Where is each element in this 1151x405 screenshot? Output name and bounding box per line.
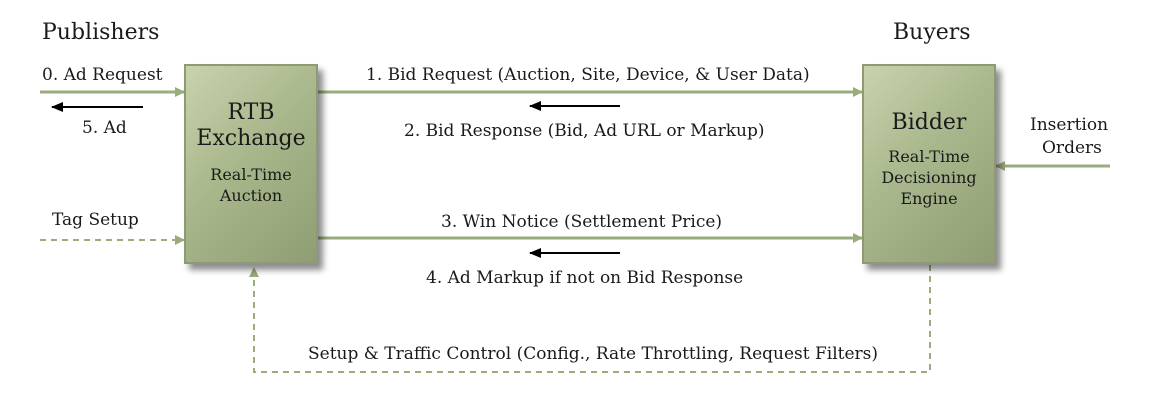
bid-response-label: 2. Bid Response (Bid, Ad URL or Markup) — [404, 121, 765, 141]
rtb-exchange-box: RTB Exchange Real-Time Auction — [184, 64, 318, 264]
rtb-diagram: Publishers Buyers 0. Ad Request 5. Ad Ta… — [0, 0, 1151, 405]
ad-markup-label: 4. Ad Markup if not on Bid Response — [426, 268, 744, 288]
buyers-heading: Buyers — [893, 20, 971, 45]
bidder-title: Bidder — [891, 110, 967, 135]
setup-traffic-control-label: Setup & Traffic Control (Config., Rate T… — [308, 344, 879, 364]
bidder-box: Bidder Real-Time Decisioning Engine — [862, 64, 996, 264]
insertion-orders-line1: Insertion — [1030, 115, 1109, 135]
exchange-title-line2: Exchange — [196, 126, 306, 151]
insertion-orders-line2: Orders — [1042, 138, 1102, 158]
tag-setup-label: Tag Setup — [52, 210, 139, 230]
bidder-subtitle-line1: Real-Time — [888, 147, 970, 166]
exchange-subtitle-line2: Auction — [219, 186, 283, 205]
exchange-title-line1: RTB — [227, 100, 275, 125]
win-notice-label: 3. Win Notice (Settlement Price) — [441, 212, 723, 232]
bid-request-label: 1. Bid Request (Auction, Site, Device, &… — [366, 65, 810, 85]
bidder-subtitle-line2: Decisioning — [881, 168, 977, 187]
ad-label: 5. Ad — [82, 118, 127, 138]
publishers-heading: Publishers — [42, 20, 160, 45]
bidder-subtitle-line3: Engine — [900, 189, 958, 208]
exchange-subtitle-line1: Real-Time — [210, 165, 292, 184]
ad-request-label: 0. Ad Request — [42, 65, 163, 85]
